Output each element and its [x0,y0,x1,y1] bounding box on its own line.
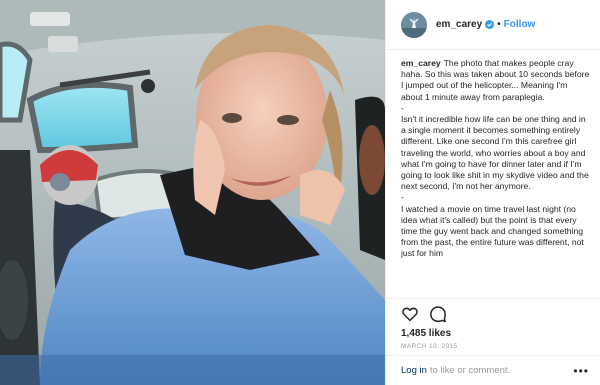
post-date[interactable]: MARCH 10, 2015 [401,343,586,350]
post-header: em_carey • Follow [386,0,600,50]
caption-username[interactable]: em_carey [401,58,441,68]
verified-badge-icon [485,20,495,29]
likes-count[interactable]: 1,485 likes [401,328,586,339]
caption-divider: - [401,192,404,203]
instagram-post: em_carey • Follow em_carey The photo that… [0,0,600,385]
separator-dot: • [497,19,501,30]
photo-illustration [0,0,385,385]
caption-divider: - [401,102,404,113]
header-text: em_carey • Follow [436,19,535,30]
avatar-image [401,11,427,38]
post-footer: Log in to like or comment. ••• [386,355,600,385]
avatar[interactable] [401,11,427,38]
caption-paragraph: Isn't it incredible how life can be one … [401,114,589,192]
login-prompt-text: to like or comment. [429,365,511,376]
caption: em_carey The photo that makes people cray… [401,58,591,260]
login-link[interactable]: Log in [401,365,427,376]
post-sidebar: em_carey • Follow em_carey The photo that… [385,0,600,385]
action-icons [401,301,586,327]
caption-paragraph: I watched a movie on time travel last ni… [401,203,584,259]
post-photo[interactable] [0,0,385,385]
follow-button[interactable]: Follow [504,19,536,30]
caption-area[interactable]: em_carey The photo that makes people cray… [386,50,600,298]
more-options-icon[interactable]: ••• [573,364,589,378]
caption-paragraph: em_carey The photo that makes people cray… [401,58,591,103]
comment-icon[interactable] [429,305,447,323]
heart-icon[interactable] [401,305,419,323]
username-link[interactable]: em_carey [436,19,482,30]
